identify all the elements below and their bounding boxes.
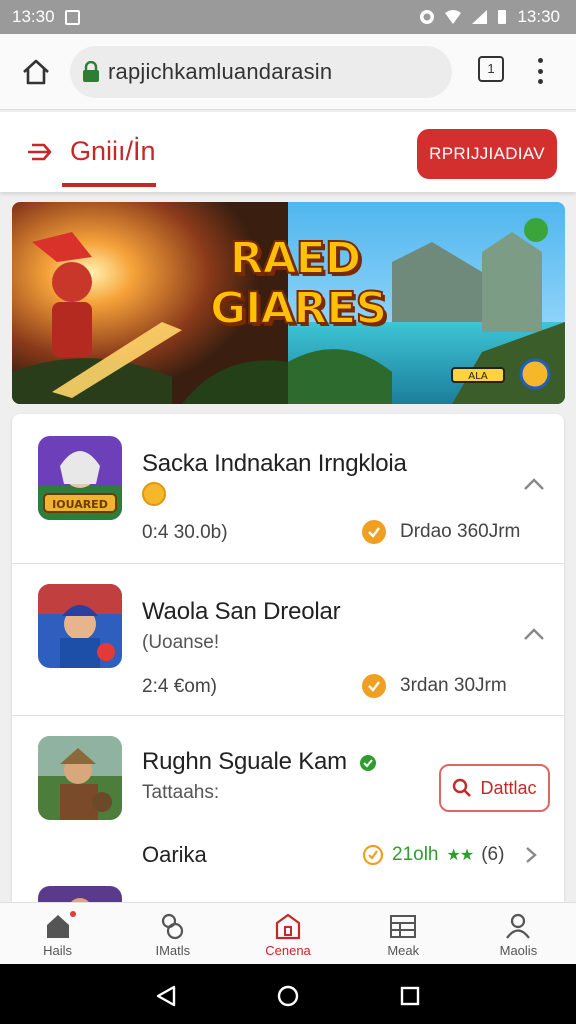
check-circle-icon bbox=[362, 844, 384, 866]
active-tab-indicator bbox=[62, 183, 156, 187]
controller-icon bbox=[161, 913, 183, 940]
coin-icon bbox=[142, 482, 166, 506]
game-status-text: 3rdan 30Jrm bbox=[400, 675, 507, 696]
nav-item-meak[interactable]: Meak bbox=[346, 903, 461, 964]
notification-dot bbox=[70, 911, 76, 917]
profile-icon bbox=[506, 913, 531, 939]
browser-toolbar: rapjichkamluandarasin 1 bbox=[0, 34, 576, 110]
chevron-up-icon[interactable] bbox=[522, 476, 546, 492]
game-subtitle: (Uoanse! bbox=[142, 632, 220, 653]
nav-label: IMatls bbox=[155, 943, 191, 958]
game-rating: 21olh ★★ (6) bbox=[362, 844, 538, 866]
nav-label: Maolis bbox=[499, 943, 538, 958]
bottom-navigation: Hails IMatls Cenena Meak Maolis bbox=[0, 902, 576, 964]
signal-icon bbox=[472, 10, 488, 24]
wifi-icon bbox=[445, 10, 462, 24]
promo-banner[interactable]: ALA RAED GIARES bbox=[12, 202, 565, 404]
logo-icon bbox=[28, 143, 52, 160]
search-icon bbox=[453, 778, 472, 797]
chevron-up-icon[interactable] bbox=[522, 626, 546, 642]
check-icon bbox=[362, 520, 386, 544]
nav-item-cenena[interactable]: Cenena bbox=[230, 903, 345, 964]
overflow-menu-button[interactable] bbox=[530, 54, 550, 88]
brand-name: Gniiı/İn bbox=[70, 136, 156, 166]
url-text: rapjichkamluandarasin bbox=[108, 59, 333, 84]
game-title: Sacka Indnakan Irngkloia bbox=[142, 450, 407, 477]
rating-count: (6) bbox=[481, 844, 505, 865]
nav-label: Hails bbox=[43, 943, 73, 958]
nav-item-hails[interactable]: Hails bbox=[0, 903, 115, 964]
details-button[interactable]: Dattlac bbox=[439, 764, 550, 812]
nav-item-maolis[interactable]: Maolis bbox=[461, 903, 576, 964]
list-item[interactable]: IOUARED Sacka Indnakan Irngkloia 0:4 30.… bbox=[12, 414, 564, 564]
status-time-left: 13:30 bbox=[12, 7, 55, 26]
home-circle-icon[interactable] bbox=[276, 984, 300, 1008]
game-thumbnail: IOUARED bbox=[38, 436, 122, 520]
header-cta-button[interactable]: RPRIJJIADIAV bbox=[417, 129, 557, 179]
game-title: Rughn Sguale Kam bbox=[142, 748, 377, 776]
sync-icon bbox=[420, 10, 435, 24]
home-icon bbox=[46, 915, 69, 938]
game-thumbnail bbox=[38, 736, 122, 820]
nav-label: Meak bbox=[387, 943, 420, 958]
star-rating-icon: ★★ bbox=[446, 847, 475, 864]
check-icon bbox=[362, 674, 386, 698]
battery-icon bbox=[498, 10, 507, 24]
game-meta: 2:4 €om) bbox=[142, 676, 217, 697]
details-button-label: Dattlac bbox=[480, 777, 537, 798]
brand[interactable]: Gniiı/İn bbox=[24, 136, 156, 167]
game-meta: Oarika bbox=[142, 842, 207, 867]
back-icon[interactable] bbox=[154, 984, 178, 1008]
game-status-text: Drdao 360Jrm bbox=[400, 521, 521, 542]
game-thumbnail bbox=[38, 584, 122, 668]
game-subtitle: Tattaahs: bbox=[142, 782, 220, 803]
banner-title-line2: GIARES bbox=[209, 283, 388, 335]
site-header: Gniiı/İn RPRIJJIADIAV bbox=[0, 112, 576, 192]
grid-icon bbox=[390, 915, 417, 938]
game-status: 3rdan 30Jrm bbox=[362, 674, 507, 698]
list-item[interactable]: Rughn Sguale Kam Tattaahs: Dattlac Oarik… bbox=[12, 716, 564, 914]
tabs-button[interactable]: 1 bbox=[478, 56, 504, 82]
home-button[interactable] bbox=[16, 52, 56, 92]
store-icon bbox=[275, 913, 301, 940]
lock-icon bbox=[83, 61, 99, 82]
game-status: Drdao 360Jrm bbox=[362, 520, 520, 544]
status-time-right: 13:30 bbox=[517, 7, 560, 26]
game-list: IOUARED Sacka Indnakan Irngkloia 0:4 30.… bbox=[12, 414, 564, 914]
notification-icon bbox=[64, 9, 80, 25]
game-title: Waola San Dreolar bbox=[142, 598, 341, 625]
game-meta: 0:4 30.0b) bbox=[142, 522, 228, 543]
home-icon bbox=[23, 59, 49, 85]
verified-icon bbox=[360, 754, 377, 771]
list-item[interactable]: Waola San Dreolar (Uoanse! 2:4 €om) 3rda… bbox=[12, 564, 564, 716]
chevron-right-icon[interactable] bbox=[524, 845, 538, 865]
url-bar[interactable]: rapjichkamluandarasin bbox=[70, 46, 452, 98]
nav-item-matls[interactable]: IMatls bbox=[115, 903, 230, 964]
game-title-text: Rughn Sguale Kam bbox=[142, 748, 347, 775]
banner-title-line1: RAED bbox=[229, 233, 363, 285]
system-navigation-bar bbox=[0, 964, 576, 1024]
thumb-label: IOUARED bbox=[52, 498, 108, 511]
banner-progress-text: ALA bbox=[468, 371, 488, 382]
rating-value: 21olh bbox=[392, 844, 439, 865]
banner-title: RAED GIARES bbox=[209, 233, 388, 335]
status-bar: 13:30 13:30 bbox=[0, 0, 576, 34]
recents-icon[interactable] bbox=[398, 984, 422, 1008]
nav-label: Cenena bbox=[265, 943, 311, 958]
